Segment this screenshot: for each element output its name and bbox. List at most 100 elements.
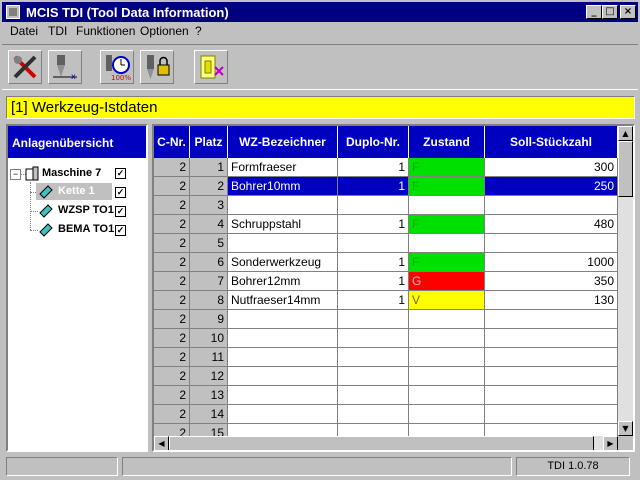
- table-row[interactable]: 2 1 Formfraeser 1 F 300: [154, 158, 618, 177]
- table-cell-zustand[interactable]: F: [409, 177, 485, 196]
- table-cell-name[interactable]: [228, 405, 338, 424]
- table-cell-soll[interactable]: [485, 348, 618, 367]
- table-cell-soll[interactable]: [485, 196, 618, 215]
- table-cell-duplo[interactable]: 1: [338, 272, 409, 291]
- table-row[interactable]: 2 7 Bohrer12mm 1 G 350: [154, 272, 618, 291]
- table-cell-zustand[interactable]: F: [409, 158, 485, 177]
- table-cell-zustand[interactable]: [409, 196, 485, 215]
- table-row[interactable]: 2 2 Bohrer10mm 1 F 250: [154, 177, 618, 196]
- table-cell-platz[interactable]: 2: [190, 177, 228, 196]
- table-cell-c[interactable]: 2: [154, 386, 190, 405]
- table-cell-platz[interactable]: 5: [190, 234, 228, 253]
- table-cell-duplo[interactable]: 1: [338, 253, 409, 272]
- table-cell-duplo[interactable]: [338, 405, 409, 424]
- column-header-wz-bezeichner[interactable]: WZ-Bezeichner: [228, 126, 338, 158]
- clock-100-icon[interactable]: 100%: [100, 50, 134, 84]
- column-header-zustand[interactable]: Zustand: [409, 126, 485, 158]
- table-cell-platz[interactable]: 14: [190, 405, 228, 424]
- table-cell-duplo[interactable]: 1: [338, 158, 409, 177]
- horizontal-scroll-thumb[interactable]: [169, 436, 594, 450]
- table-cell-soll[interactable]: [485, 310, 618, 329]
- table-row[interactable]: 23: [154, 196, 618, 215]
- table-cell-duplo[interactable]: 1: [338, 291, 409, 310]
- tree-checkbox[interactable]: ✓: [115, 168, 126, 179]
- table-cell-platz[interactable]: 7: [190, 272, 228, 291]
- table-row[interactable]: 2 13: [154, 386, 618, 405]
- table-cell-name[interactable]: [228, 386, 338, 405]
- table-row[interactable]: 2 11: [154, 348, 618, 367]
- table-cell-platz[interactable]: 6: [190, 253, 228, 272]
- table-row[interactable]: 2 10: [154, 329, 618, 348]
- table-cell-soll[interactable]: 250: [485, 177, 618, 196]
- table-cell-zustand[interactable]: G: [409, 272, 485, 291]
- table-cell-zustand[interactable]: V: [409, 291, 485, 310]
- table-cell-soll[interactable]: 350: [485, 272, 618, 291]
- minimize-button[interactable]: _: [586, 5, 602, 19]
- table-cell-zustand[interactable]: F: [409, 215, 485, 234]
- table-cell-c[interactable]: 2: [154, 253, 190, 272]
- menu-tdi[interactable]: TDI: [48, 24, 67, 38]
- table-cell-soll[interactable]: [485, 367, 618, 386]
- close-button[interactable]: ×: [620, 5, 636, 19]
- table-cell-soll[interactable]: 300: [485, 158, 618, 177]
- column-header-soll-stueckzahl[interactable]: Soll-Stückzahl: [485, 126, 618, 158]
- table-cell-name[interactable]: Bohrer12mm: [228, 272, 338, 291]
- exit-icon[interactable]: [194, 50, 228, 84]
- table-cell-platz[interactable]: 9: [190, 310, 228, 329]
- menu-help[interactable]: ?: [195, 24, 202, 38]
- drill-lock-icon[interactable]: [140, 50, 174, 84]
- vertical-scroll-thumb[interactable]: [618, 141, 633, 197]
- table-cell-c[interactable]: 2: [154, 329, 190, 348]
- table-cell-duplo[interactable]: [338, 234, 409, 253]
- table-cell-name[interactable]: [228, 367, 338, 386]
- table-cell-duplo[interactable]: [338, 329, 409, 348]
- table-cell-c[interactable]: 2: [154, 272, 190, 291]
- table-cell-zustand[interactable]: [409, 310, 485, 329]
- table-cell-platz[interactable]: 12: [190, 367, 228, 386]
- table-cell-platz[interactable]: 11: [190, 348, 228, 367]
- table-cell-soll[interactable]: [485, 234, 618, 253]
- table-row[interactable]: 2 14: [154, 405, 618, 424]
- tree-checkbox[interactable]: ✓: [115, 187, 126, 198]
- horizontal-scrollbar[interactable]: ◀ ▶: [154, 436, 618, 450]
- table-cell-duplo[interactable]: [338, 310, 409, 329]
- table-cell-name[interactable]: [228, 329, 338, 348]
- table-cell-zustand[interactable]: [409, 405, 485, 424]
- menu-optionen[interactable]: Optionen: [140, 24, 189, 38]
- table-cell-c[interactable]: 2: [154, 367, 190, 386]
- table-cell-c[interactable]: 2: [154, 405, 190, 424]
- column-header-platz[interactable]: Platz: [190, 126, 228, 158]
- table-row[interactable]: 29: [154, 310, 618, 329]
- menu-funktionen[interactable]: Funktionen: [76, 24, 135, 38]
- table-cell-duplo[interactable]: 1: [338, 177, 409, 196]
- table-row[interactable]: 2 4 Schruppstahl 1 F 480: [154, 215, 618, 234]
- table-cell-zustand[interactable]: [409, 386, 485, 405]
- tree-checkbox[interactable]: ✓: [115, 206, 126, 217]
- table-cell-duplo[interactable]: [338, 348, 409, 367]
- table-cell-name[interactable]: Sonderwerkzeug: [228, 253, 338, 272]
- table-cell-soll[interactable]: 480: [485, 215, 618, 234]
- table-cell-platz[interactable]: 4: [190, 215, 228, 234]
- table-cell-zustand[interactable]: [409, 348, 485, 367]
- table-cell-name[interactable]: [228, 348, 338, 367]
- table-cell-name[interactable]: Nutfraeser14mm: [228, 291, 338, 310]
- table-cell-duplo[interactable]: [338, 386, 409, 405]
- table-cell-name[interactable]: Formfraeser: [228, 158, 338, 177]
- table-cell-name[interactable]: [228, 196, 338, 215]
- table-cell-c[interactable]: 2: [154, 310, 190, 329]
- table-cell-duplo[interactable]: [338, 367, 409, 386]
- table-cell-soll[interactable]: [485, 386, 618, 405]
- table-cell-platz[interactable]: 3: [190, 196, 228, 215]
- maximize-button[interactable]: □: [602, 5, 618, 19]
- table-cell-zustand[interactable]: [409, 367, 485, 386]
- table-cell-c[interactable]: 2: [154, 196, 190, 215]
- table-cell-soll[interactable]: 130: [485, 291, 618, 310]
- table-cell-soll[interactable]: [485, 329, 618, 348]
- table-cell-c[interactable]: 2: [154, 234, 190, 253]
- drill-move-icon[interactable]: x: [48, 50, 82, 84]
- table-cell-platz[interactable]: 1: [190, 158, 228, 177]
- table-cell-c[interactable]: 2: [154, 158, 190, 177]
- tools-icon[interactable]: [8, 50, 42, 84]
- table-cell-c[interactable]: 2: [154, 291, 190, 310]
- title-bar[interactable]: MCIS TDI (Tool Data Information) _ □ ×: [2, 2, 638, 22]
